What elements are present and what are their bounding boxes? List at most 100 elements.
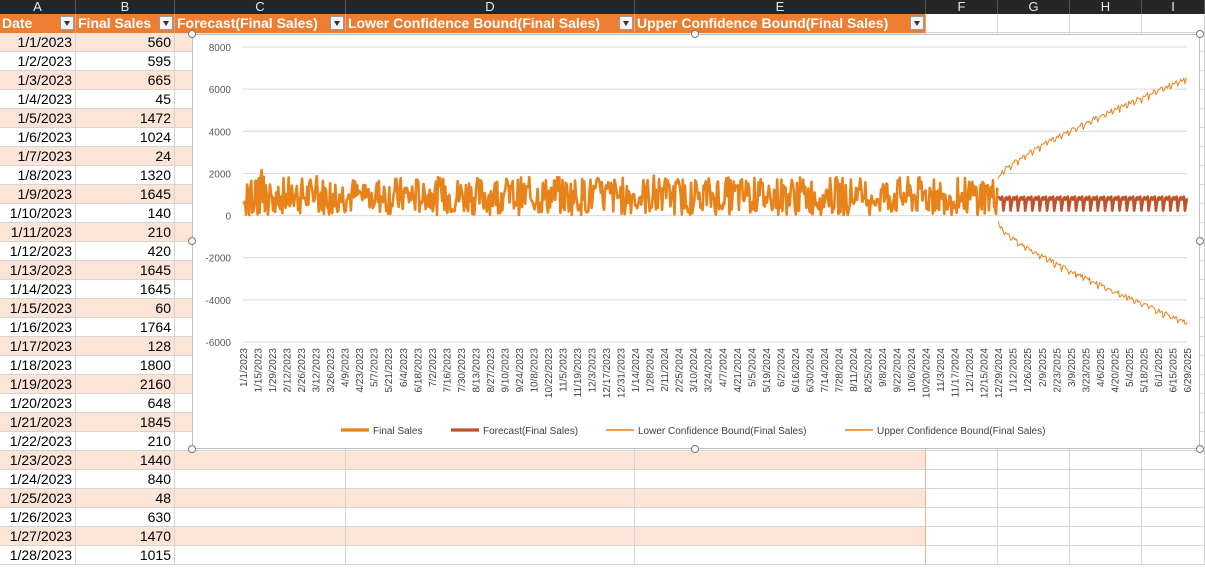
sales-cell[interactable]: 128 xyxy=(76,337,175,356)
sales-cell[interactable]: 210 xyxy=(76,432,175,451)
sales-cell[interactable]: 1645 xyxy=(76,280,175,299)
empty-cell[interactable] xyxy=(346,508,635,527)
date-cell[interactable]: 1/6/2023 xyxy=(0,128,76,147)
empty-cell[interactable] xyxy=(346,489,635,508)
empty-cell[interactable] xyxy=(1070,14,1142,33)
date-cell[interactable]: 1/5/2023 xyxy=(0,109,76,128)
sales-cell[interactable]: 2160 xyxy=(76,375,175,394)
resize-handle[interactable] xyxy=(1196,30,1204,38)
empty-cell[interactable] xyxy=(926,527,998,546)
empty-cell[interactable] xyxy=(635,451,926,470)
column-header-a[interactable]: A xyxy=(0,0,76,14)
empty-cell[interactable] xyxy=(175,527,346,546)
sales-cell[interactable]: 648 xyxy=(76,394,175,413)
date-cell[interactable]: 1/25/2023 xyxy=(0,489,76,508)
empty-cell[interactable] xyxy=(926,451,998,470)
empty-cell[interactable] xyxy=(1142,508,1205,527)
empty-cell[interactable] xyxy=(346,451,635,470)
empty-cell[interactable] xyxy=(926,489,998,508)
date-cell[interactable]: 1/28/2023 xyxy=(0,546,76,565)
date-cell[interactable]: 1/23/2023 xyxy=(0,451,76,470)
column-header-c[interactable]: C xyxy=(175,0,346,14)
column-header-h[interactable]: H xyxy=(1070,0,1142,14)
header-cell[interactable]: Lower Confidence Bound(Final Sales) xyxy=(346,14,635,33)
sales-cell[interactable]: 1764 xyxy=(76,318,175,337)
sales-cell[interactable]: 1015 xyxy=(76,546,175,565)
empty-cell[interactable] xyxy=(1070,489,1142,508)
sales-cell[interactable]: 210 xyxy=(76,223,175,242)
filter-dropdown-icon[interactable] xyxy=(330,16,344,30)
resize-handle[interactable] xyxy=(1196,445,1204,453)
sales-cell[interactable]: 595 xyxy=(76,52,175,71)
empty-cell[interactable] xyxy=(998,470,1070,489)
empty-cell[interactable] xyxy=(635,527,926,546)
empty-cell[interactable] xyxy=(998,508,1070,527)
empty-cell[interactable] xyxy=(175,470,346,489)
date-cell[interactable]: 1/9/2023 xyxy=(0,185,76,204)
sales-cell[interactable]: 1645 xyxy=(76,261,175,280)
sales-cell[interactable]: 1440 xyxy=(76,451,175,470)
resize-handle[interactable] xyxy=(691,30,699,38)
forecast-line-chart[interactable]: 8000 6000 4000 2000 0 -2000 -4000 -6000 1/1/2023… xyxy=(192,34,1200,449)
empty-cell[interactable] xyxy=(1070,508,1142,527)
sales-cell[interactable]: 1800 xyxy=(76,356,175,375)
empty-cell[interactable] xyxy=(175,451,346,470)
date-cell[interactable]: 1/11/2023 xyxy=(0,223,76,242)
empty-cell[interactable] xyxy=(1070,470,1142,489)
empty-cell[interactable] xyxy=(998,489,1070,508)
date-cell[interactable]: 1/14/2023 xyxy=(0,280,76,299)
sales-cell[interactable]: 1024 xyxy=(76,128,175,147)
filter-dropdown-icon[interactable] xyxy=(159,16,173,30)
empty-cell[interactable] xyxy=(635,470,926,489)
date-cell[interactable]: 1/20/2023 xyxy=(0,394,76,413)
date-cell[interactable]: 1/4/2023 xyxy=(0,90,76,109)
empty-cell[interactable] xyxy=(346,527,635,546)
date-cell[interactable]: 1/22/2023 xyxy=(0,432,76,451)
empty-cell[interactable] xyxy=(1070,527,1142,546)
sales-cell[interactable]: 1320 xyxy=(76,166,175,185)
empty-cell[interactable] xyxy=(1142,470,1205,489)
empty-cell[interactable] xyxy=(926,470,998,489)
empty-cell[interactable] xyxy=(346,470,635,489)
empty-cell[interactable] xyxy=(998,451,1070,470)
empty-cell[interactable] xyxy=(926,508,998,527)
column-header-e[interactable]: E xyxy=(635,0,926,14)
sales-cell[interactable]: 630 xyxy=(76,508,175,527)
header-cell[interactable]: Forecast(Final Sales) xyxy=(175,14,346,33)
column-header-f[interactable]: F xyxy=(926,0,998,14)
header-cell[interactable]: Date xyxy=(0,14,76,33)
column-header-g[interactable]: G xyxy=(998,0,1070,14)
empty-cell[interactable] xyxy=(175,489,346,508)
column-header-d[interactable]: D xyxy=(346,0,635,14)
empty-cell[interactable] xyxy=(175,508,346,527)
resize-handle[interactable] xyxy=(188,237,196,245)
resize-handle[interactable] xyxy=(1196,237,1204,245)
sales-cell[interactable]: 560 xyxy=(76,33,175,52)
date-cell[interactable]: 1/26/2023 xyxy=(0,508,76,527)
header-cell[interactable]: Final Sales xyxy=(76,14,175,33)
empty-cell[interactable] xyxy=(635,546,926,565)
empty-cell[interactable] xyxy=(926,14,998,33)
date-cell[interactable]: 1/12/2023 xyxy=(0,242,76,261)
sales-cell[interactable]: 420 xyxy=(76,242,175,261)
sales-cell[interactable]: 1472 xyxy=(76,109,175,128)
empty-cell[interactable] xyxy=(1142,451,1205,470)
empty-cell[interactable] xyxy=(1142,546,1205,565)
date-cell[interactable]: 1/10/2023 xyxy=(0,204,76,223)
empty-cell[interactable] xyxy=(175,546,346,565)
date-cell[interactable]: 1/27/2023 xyxy=(0,527,76,546)
empty-cell[interactable] xyxy=(998,546,1070,565)
sales-cell[interactable]: 48 xyxy=(76,489,175,508)
sales-cell[interactable]: 1645 xyxy=(76,185,175,204)
sales-cell[interactable]: 60 xyxy=(76,299,175,318)
date-cell[interactable]: 1/13/2023 xyxy=(0,261,76,280)
date-cell[interactable]: 1/7/2023 xyxy=(0,147,76,166)
date-cell[interactable]: 1/18/2023 xyxy=(0,356,76,375)
date-cell[interactable]: 1/24/2023 xyxy=(0,470,76,489)
sales-cell[interactable]: 1470 xyxy=(76,527,175,546)
sales-cell[interactable]: 1845 xyxy=(76,413,175,432)
sales-cell[interactable]: 665 xyxy=(76,71,175,90)
date-cell[interactable]: 1/15/2023 xyxy=(0,299,76,318)
empty-cell[interactable] xyxy=(1142,527,1205,546)
date-cell[interactable]: 1/19/2023 xyxy=(0,375,76,394)
